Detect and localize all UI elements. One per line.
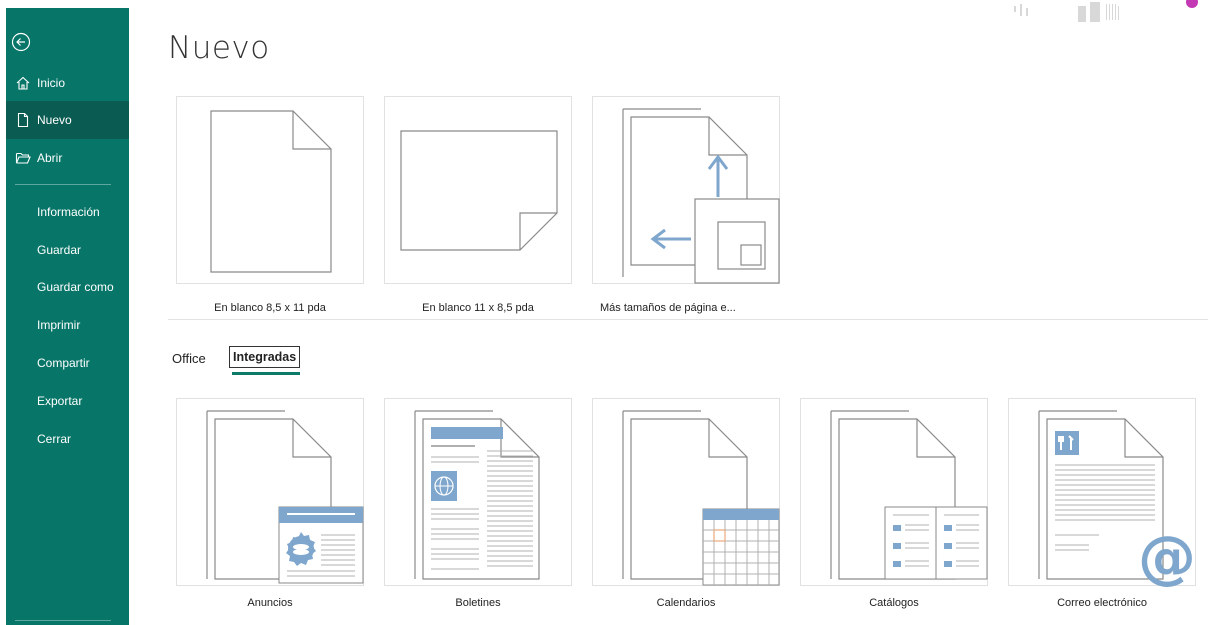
tab-office[interactable]: Office xyxy=(172,351,206,366)
calendar-template-icon xyxy=(622,410,780,586)
sidebar-item-inicio[interactable]: Inicio xyxy=(6,64,129,102)
template-label: En blanco 11 x 8,5 pda xyxy=(422,302,534,314)
sidebar-item-label: Nuevo xyxy=(37,113,72,127)
sidebar-item-label: Abrir xyxy=(37,151,63,165)
sidebar-divider xyxy=(15,184,111,185)
at-sign-icon: @ xyxy=(1138,523,1196,587)
category-label: Boletines xyxy=(455,597,501,609)
template-label: En blanco 8,5 x 11 pda xyxy=(214,302,326,314)
category-label: Catálogos xyxy=(869,597,919,609)
category-label: Anuncios xyxy=(247,597,293,609)
template-label: Más tamaños de página e... xyxy=(600,302,736,314)
category-calendarios[interactable] xyxy=(592,398,780,586)
blank-portrait-page-icon xyxy=(210,110,332,273)
tab-integradas[interactable]: Integradas xyxy=(229,346,301,368)
sidebar-link-informacion[interactable]: Información xyxy=(37,205,100,219)
blank-landscape-page-icon xyxy=(400,130,558,251)
catalog-template-icon xyxy=(830,410,988,580)
section-divider xyxy=(168,319,1208,320)
sidebar-link-exportar[interactable]: Exportar xyxy=(37,394,82,408)
sidebar-link-cerrar[interactable]: Cerrar xyxy=(37,432,71,446)
category-anuncios[interactable] xyxy=(176,398,364,586)
page-title: Nuevo xyxy=(168,30,270,66)
sidebar-link-guardar-como[interactable]: Guardar como xyxy=(37,280,114,294)
open-folder-icon xyxy=(14,149,32,167)
sidebar-link-imprimir[interactable]: Imprimir xyxy=(37,318,80,332)
home-icon xyxy=(14,74,32,92)
template-blank-portrait[interactable] xyxy=(176,96,364,284)
newsletter-template-icon xyxy=(414,410,540,580)
new-document-icon xyxy=(14,111,32,129)
category-catalogos[interactable] xyxy=(800,398,988,586)
sidebar-item-label: Inicio xyxy=(37,76,66,90)
backstage-sidebar: Inicio Nuevo Abrir Información Guardar G… xyxy=(6,8,129,625)
more-page-sizes-icon xyxy=(622,108,780,284)
category-correo-electronico[interactable]: @ xyxy=(1008,398,1196,587)
template-blank-landscape[interactable] xyxy=(384,96,572,284)
category-boletines[interactable] xyxy=(384,398,572,586)
sidebar-item-abrir[interactable]: Abrir xyxy=(6,139,129,177)
tab-selected-underline xyxy=(232,372,300,375)
sidebar-link-guardar[interactable]: Guardar xyxy=(37,243,81,257)
flyer-template-icon xyxy=(206,410,364,584)
back-arrow-icon[interactable] xyxy=(11,32,31,52)
sidebar-link-compartir[interactable]: Compartir xyxy=(37,356,90,370)
sidebar-item-nuevo[interactable]: Nuevo xyxy=(6,101,129,139)
category-label: Correo electrónico xyxy=(1057,597,1147,609)
decorative-watermark xyxy=(1010,0,1208,27)
sidebar-divider xyxy=(15,620,111,621)
category-label: Calendarios xyxy=(656,597,716,609)
template-more-sizes[interactable] xyxy=(592,96,780,284)
email-template-icon: @ xyxy=(1038,410,1196,587)
